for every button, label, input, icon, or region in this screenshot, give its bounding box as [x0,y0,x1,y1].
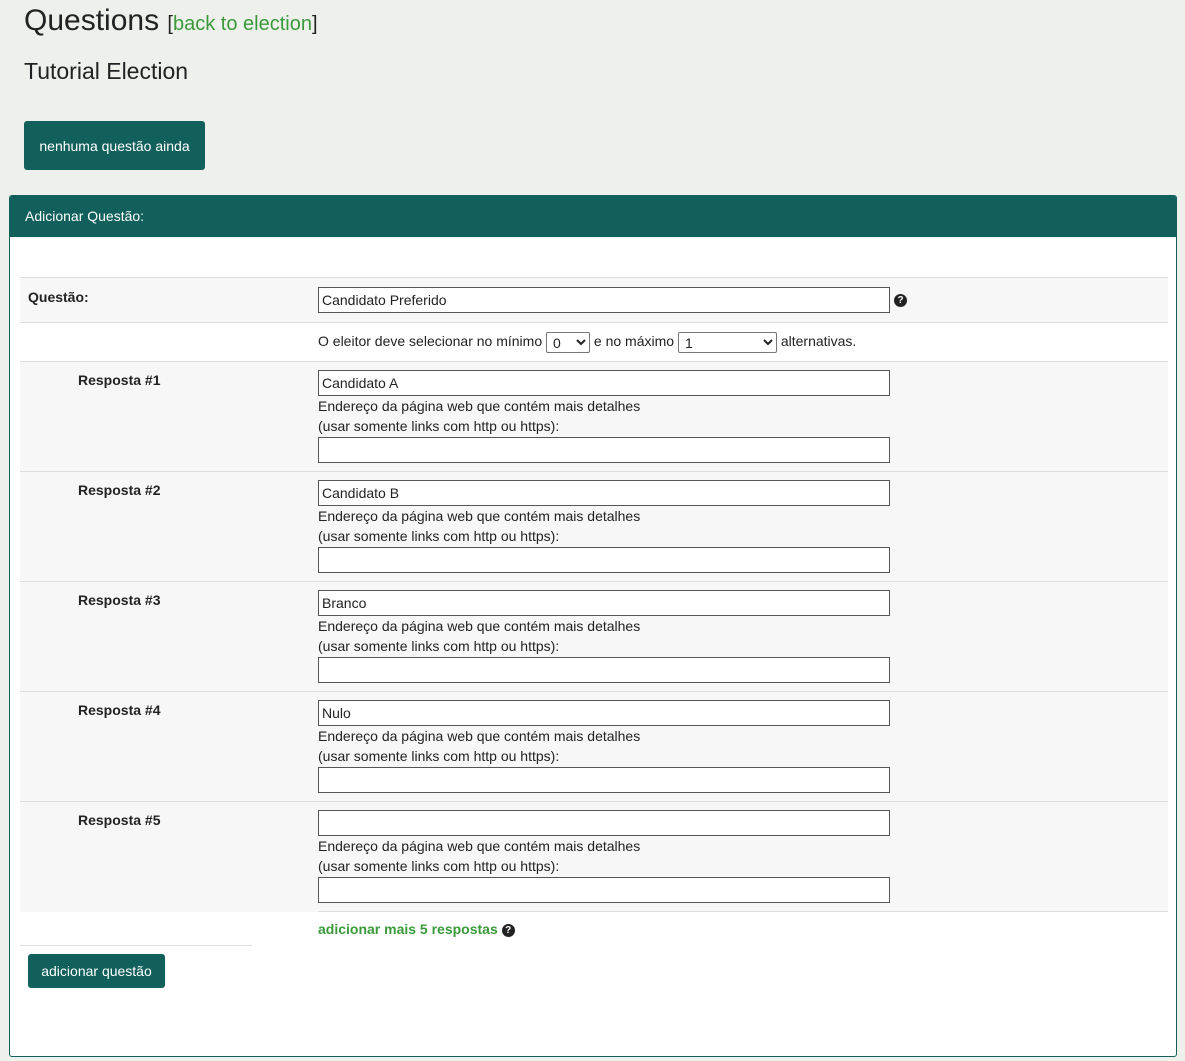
panel-header: Adicionar Questão: [10,196,1176,237]
min-select[interactable]: 0 [546,332,590,353]
url-hint-line2: (usar somente links com http ou https): [318,638,560,654]
back-to-election-link[interactable]: back to election [173,13,312,35]
url-hint-line1: Endereço da página web que contém mais d… [318,838,641,854]
question-form-table: Questão: ? O eleitor deve selecionar no … [20,277,1168,951]
answer-url-input[interactable] [318,657,890,683]
answer-row: Resposta #3 Endereço da página web que c… [20,581,1168,692]
question-label: Questão: [20,277,318,323]
url-hint-line1: Endereço da página web que contém mais d… [318,398,641,414]
url-hint-line2: (usar somente links com http ou https): [318,418,560,434]
add-question-button[interactable]: adicionar questão [28,954,165,988]
url-hint-line2: (usar somente links com http ou https): [318,748,560,764]
answer-input[interactable] [318,810,890,836]
answer-url-input[interactable] [318,437,890,463]
url-hint-line1: Endereço da página web que contém mais d… [318,508,641,524]
answer-url-input[interactable] [318,547,890,573]
url-hint-line1: Endereço da página web que contém mais d… [318,618,641,634]
answer-label: Resposta #5 [20,801,318,912]
max-select[interactable]: 1 [677,332,777,353]
answer-label: Resposta #3 [20,581,318,692]
answer-input[interactable] [318,700,890,726]
answer-input[interactable] [318,480,890,506]
url-hint-line2: (usar somente links com http ou https): [318,858,560,874]
election-name: Tutorial Election [24,58,189,84]
min-max-middle: e no máximo [593,333,675,350]
min-max-prefix: O eleitor deve selecionar no mínimo [318,333,543,350]
answer-row: Resposta #5 Endereço da página web que c… [20,801,1168,912]
answer-row: Resposta #4 Endereço da página web que c… [20,691,1168,802]
page-title: Questions [back to election] [24,4,318,38]
answer-row: Resposta #2 Endereço da página web que c… [20,471,1168,582]
question-row: Questão: ? [20,277,1168,323]
add-question-panel: Adicionar Questão: Questão: ? O eleitor … [9,195,1177,1057]
answer-url-input[interactable] [318,877,890,903]
url-hint-line2: (usar somente links com http ou https): [318,528,560,544]
answer-label: Resposta #2 [20,471,318,582]
add-more-help-icon[interactable]: ? [501,923,515,937]
answer-label: Resposta #1 [20,361,318,472]
no-questions-button[interactable]: nenhuma questão ainda [24,121,205,170]
min-max-suffix: alternativas. [780,333,857,350]
url-hint-line1: Endereço da página web que contém mais d… [318,728,641,744]
answer-url-input[interactable] [318,767,890,793]
form-divider [20,945,252,946]
page-title-text: Questions [24,4,160,37]
min-max-row: O eleitor deve selecionar no mínimo 0 e … [20,322,1168,362]
answer-row: Resposta #1 Endereço da página web que c… [20,361,1168,472]
answer-label: Resposta #4 [20,691,318,802]
answer-input[interactable] [318,370,890,396]
add-more-answers-link[interactable]: adicionar mais 5 respostas [318,921,498,937]
question-help-icon[interactable]: ? [894,293,907,307]
bracket-close: ] [311,13,318,35]
answer-input[interactable] [318,590,890,616]
question-input[interactable] [318,287,890,313]
